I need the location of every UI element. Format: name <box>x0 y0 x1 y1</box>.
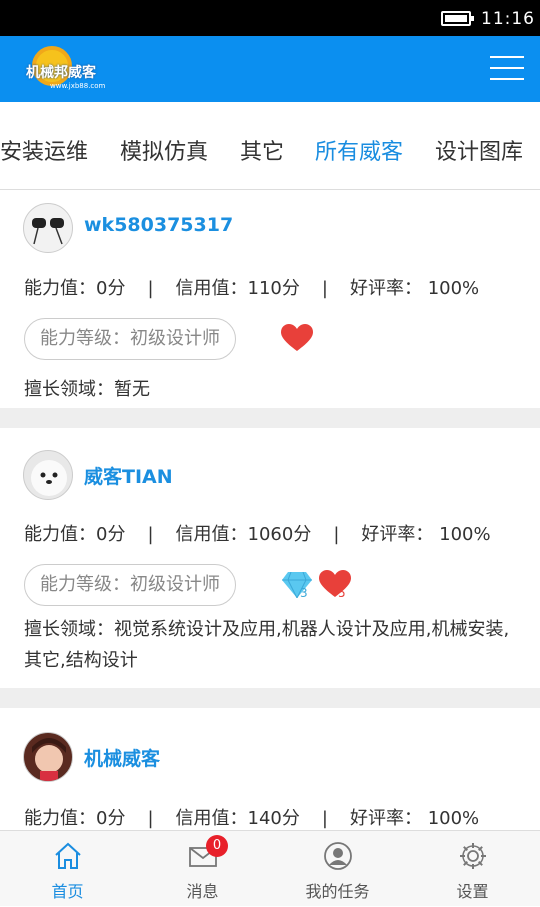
nav-messages[interactable]: 消息 <box>135 831 270 907</box>
level-badge: 能力等级：初级设计师 <box>24 318 236 360</box>
diamond-count: 3 <box>300 586 308 600</box>
weike-card[interactable]: 威客TIAN 能力值：0分 | 信用值：1060分 | 好评率： 100% 能力等级：初… <box>0 428 540 688</box>
weike-name[interactable]: 威客TIAN <box>84 462 173 489</box>
level-badge: 能力等级：初级设计师 <box>24 564 236 606</box>
weike-stats: 能力值：0分 | 信用值：1060分 | 好评率： 100% <box>24 524 491 545</box>
divider <box>0 688 540 708</box>
weike-name[interactable]: 机械威客 <box>84 744 160 771</box>
rating-value: 好评率： 100% <box>349 808 480 829</box>
ability-value: 能力值：0分 <box>24 278 126 299</box>
logo-text: 机械邦威客 <box>26 65 96 81</box>
rating-value: 好评率： 100% <box>349 278 480 299</box>
nav-settings[interactable]: 设置 <box>405 831 540 907</box>
tab-simulation[interactable]: 模拟仿真 <box>120 134 208 166</box>
status-bar: 11:16 <box>0 0 540 36</box>
nav-home[interactable]: 首页 <box>0 831 135 907</box>
avatar[interactable] <box>23 732 73 782</box>
credit-value: 信用值：140分 <box>175 808 300 829</box>
weike-card[interactable]: wk580375317 能力值：0分 | 信用值：110分 | 好评率： 100% 能力… <box>0 190 540 408</box>
tab-all-weike[interactable]: 所有威客 <box>315 134 403 166</box>
ability-value: 能力值：0分 <box>24 524 126 545</box>
ability-value: 能力值：0分 <box>24 808 126 829</box>
gear-icon <box>459 843 486 869</box>
user-icon <box>323 842 352 870</box>
weike-list: wk580375317 能力值：0分 | 信用值：110分 | 好评率： 100% 能力… <box>0 190 540 868</box>
app-header: 机械邦威客 www.jxb88.com <box>0 36 540 102</box>
nav-my-tasks-label: 我的任务 <box>305 882 370 901</box>
weike-stats: 能力值：0分 | 信用值：110分 | 好评率： 100% <box>24 278 480 299</box>
heart-count: 5 <box>338 586 346 600</box>
logo-url: www.jxb88.com <box>50 82 106 90</box>
weike-name[interactable]: wk580375317 <box>84 214 233 236</box>
nav-settings-label: 设置 <box>456 882 489 901</box>
tab-other[interactable]: 其它 <box>240 134 284 166</box>
nav-home-label: 首页 <box>51 882 84 901</box>
avatar[interactable] <box>23 450 73 500</box>
skills-text: 擅长领域：视觉系统设计及应用,机器人设计及应用,机械安装,其它,结构设计 <box>24 619 510 671</box>
tab-install-maintenance[interactable]: 安装运维 <box>0 134 88 166</box>
home-icon <box>54 842 81 869</box>
tab-design-library[interactable]: 设计图库 <box>435 134 523 166</box>
category-tabs: 安装运维 模拟仿真 其它 所有威客 设计图库 <box>0 102 540 190</box>
rating-value: 好评率： 100% <box>361 524 491 545</box>
bottom-nav: 首页 消息 0 我的任务 设置 <box>0 830 540 906</box>
nav-messages-label: 消息 <box>186 882 219 901</box>
app-logo[interactable]: 机械邦威客 www.jxb88.com <box>26 42 112 96</box>
heart-icon <box>281 324 313 351</box>
status-time: 11:16 <box>481 9 535 29</box>
credit-value: 信用值：110分 <box>175 278 300 299</box>
unread-badge: 0 <box>206 835 228 857</box>
divider <box>0 408 540 428</box>
hamburger-menu-icon[interactable] <box>490 56 524 82</box>
weike-stats: 能力值：0分 | 信用值：140分 | 好评率： 100% <box>24 808 480 829</box>
battery-icon <box>441 11 474 26</box>
avatar[interactable] <box>23 203 73 253</box>
skills-text: 擅长领域：暂无 <box>24 379 150 400</box>
heart-icon <box>319 570 351 597</box>
nav-my-tasks[interactable]: 我的任务 <box>270 831 405 907</box>
credit-value: 信用值：1060分 <box>175 524 312 545</box>
